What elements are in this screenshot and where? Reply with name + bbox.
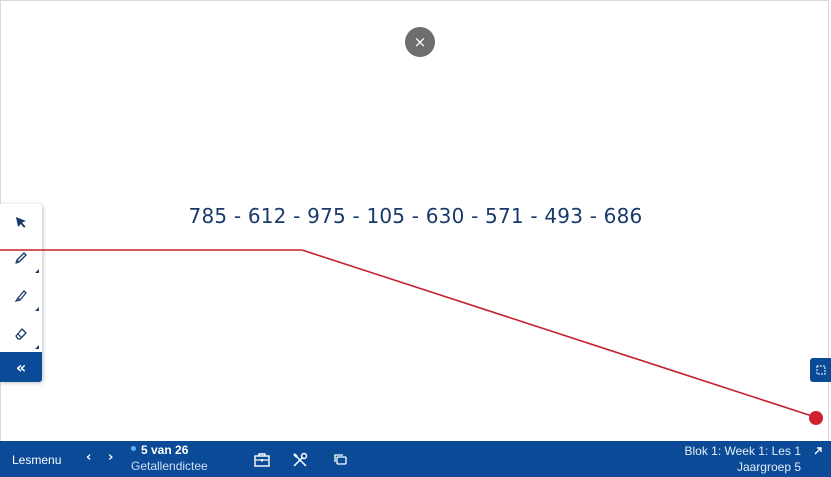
pointer-tool[interactable] [0, 204, 42, 240]
panel-icon [816, 365, 825, 375]
side-panel-toggle[interactable] [810, 358, 831, 382]
eraser-tool[interactable] [0, 316, 42, 352]
jaargroep-label: Jaargroep 5 [736, 460, 801, 474]
copy-icon [334, 454, 347, 465]
fullscreen-toggle[interactable] [812, 424, 826, 464]
pencil-icon [15, 252, 27, 264]
submenu-indicator [35, 307, 39, 311]
briefcase-icon [254, 453, 270, 467]
drawing-toolbar: « [0, 204, 42, 382]
lesmenu-button[interactable]: Lesmenu [12, 453, 61, 467]
tools-button[interactable] [291, 451, 309, 469]
slide-progress: 5 van 26 [131, 443, 188, 457]
close-icon: × [413, 33, 427, 51]
progress-label: 5 van 26 [141, 443, 189, 457]
previous-button[interactable]: ‹ [86, 450, 91, 465]
copy-button[interactable] [331, 451, 349, 469]
lesson-title: Getallendictee [131, 459, 208, 473]
pointer-arrow-icon [16, 217, 26, 228]
tools-icon [293, 452, 308, 467]
slide-frame [0, 0, 829, 475]
submenu-indicator [35, 269, 39, 273]
next-button[interactable]: › [108, 450, 113, 465]
collapse-toolbar-button[interactable]: « [0, 352, 42, 382]
briefcase-button[interactable] [253, 451, 271, 469]
close-button[interactable]: × [405, 27, 435, 57]
marker-tool[interactable] [0, 278, 42, 314]
double-chevron-left-icon: « [15, 357, 27, 377]
marker-icon [14, 290, 27, 302]
expand-arrows-icon [814, 431, 822, 455]
submenu-indicator [35, 345, 39, 349]
numbers-text: 785 - 612 - 975 - 105 - 630 - 571 - 493 … [188, 204, 643, 228]
blok-week-les-label: Blok 1: Week 1: Les 1 [684, 444, 801, 458]
bottom-bar: Lesmenu ‹ › 5 van 26 Getallendictee Blok… [0, 441, 831, 477]
progress-dot [131, 446, 136, 452]
eraser-icon [15, 328, 27, 340]
pencil-tool[interactable] [0, 240, 42, 276]
